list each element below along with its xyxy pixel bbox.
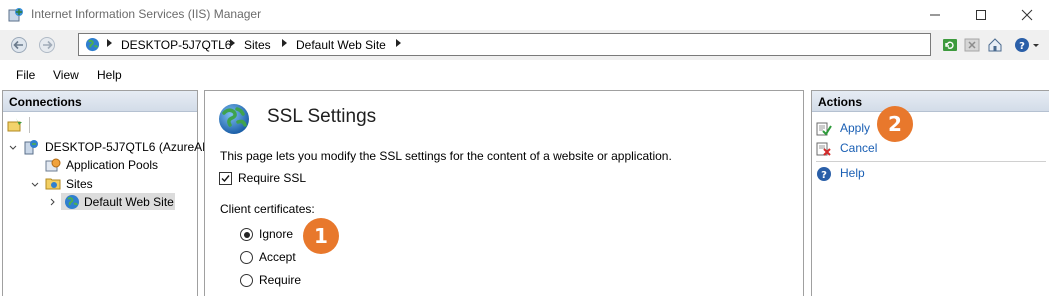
- globe-icon: [65, 195, 79, 209]
- refresh-button[interactable]: [940, 35, 960, 55]
- forward-arrow-icon: [39, 37, 55, 53]
- apply-icon: [816, 122, 832, 136]
- menu-help[interactable]: Help: [97, 68, 122, 82]
- tree-item-default-web-site-label: Default Web Site: [84, 195, 174, 209]
- globe-icon: [219, 104, 249, 134]
- cancel-icon: [816, 142, 831, 156]
- breadcrumb-arrow-icon: [107, 39, 112, 47]
- tree-item-sites[interactable]: Sites: [66, 177, 93, 191]
- callout-badge-1: 1: [303, 218, 339, 254]
- breadcrumb-default-site[interactable]: Default Web Site: [296, 38, 386, 52]
- iis-app-icon: [8, 8, 23, 22]
- tree-item-application-pools[interactable]: Application Pools: [66, 158, 158, 172]
- minimize-button[interactable]: [912, 0, 958, 30]
- toolbar-separator: [29, 117, 30, 133]
- collapse-chevron-icon[interactable]: [8, 143, 18, 153]
- stop-icon: [964, 38, 980, 52]
- menu-bar: File View Help: [0, 62, 1049, 88]
- menu-view[interactable]: View: [53, 68, 79, 82]
- page-title: SSL Settings: [267, 106, 377, 127]
- radio-require-label[interactable]: Require: [259, 273, 301, 287]
- page-description: This page lets you modify the SSL settin…: [220, 149, 672, 163]
- require-ssl-label[interactable]: Require SSL: [238, 171, 306, 185]
- actions-header: Actions: [812, 91, 1049, 112]
- apply-action[interactable]: Apply: [816, 121, 886, 137]
- svg-text:?: ?: [1019, 41, 1025, 52]
- minimize-icon: [930, 14, 940, 16]
- cancel-label: Cancel: [840, 141, 878, 155]
- client-certificates-label: Client certificates:: [220, 202, 315, 216]
- breadcrumb-sites[interactable]: Sites: [244, 38, 271, 52]
- radio-require[interactable]: [240, 274, 253, 287]
- address-bar[interactable]: DESKTOP-5J7QTL6 Sites Default Web Site: [78, 33, 931, 56]
- close-icon: [1021, 9, 1033, 21]
- radio-ignore-label[interactable]: Ignore: [259, 227, 293, 241]
- maximize-button[interactable]: [958, 0, 1004, 30]
- tree-item-server[interactable]: DESKTOP-5J7QTL6 (AzureADV: [45, 140, 219, 154]
- maximize-icon: [976, 10, 986, 20]
- menu-file[interactable]: File: [16, 68, 35, 82]
- help-icon: ?: [1015, 38, 1039, 52]
- checkmark-icon: [221, 175, 230, 183]
- home-button[interactable]: [985, 35, 1005, 55]
- actions-separator: [816, 161, 1046, 162]
- application-pools-icon: [45, 158, 61, 172]
- server-icon: [24, 140, 38, 155]
- stop-button[interactable]: [962, 35, 982, 55]
- globe-icon: [85, 37, 100, 52]
- help-label: Help: [840, 166, 865, 180]
- breadcrumb-arrow-icon: [282, 39, 287, 47]
- svg-text:?: ?: [821, 170, 827, 181]
- refresh-icon: [943, 39, 957, 51]
- connections-header: Connections: [3, 91, 197, 112]
- title-bar: Internet Information Services (IIS) Mana…: [0, 0, 1049, 30]
- radio-accept-label[interactable]: Accept: [259, 250, 296, 264]
- help-action[interactable]: ? Help: [816, 166, 886, 182]
- radio-accept[interactable]: [240, 251, 253, 264]
- breadcrumb-server[interactable]: DESKTOP-5J7QTL6: [121, 38, 231, 52]
- breadcrumb-arrow-icon: [396, 39, 401, 47]
- ssl-settings-panel: SSL Settings This page lets you modify t…: [204, 90, 804, 296]
- help-icon: ?: [817, 167, 831, 181]
- window-title: Internet Information Services (IIS) Mana…: [31, 7, 262, 21]
- radio-ignore[interactable]: [240, 228, 253, 241]
- apply-label: Apply: [840, 121, 871, 135]
- expand-chevron-icon[interactable]: [48, 197, 58, 207]
- forward-button[interactable]: [34, 34, 60, 56]
- back-arrow-icon: [11, 37, 27, 53]
- callout-badge-2: 2: [877, 106, 913, 142]
- help-menu-button[interactable]: ?: [1014, 35, 1042, 55]
- connections-toolbar: [3, 113, 197, 135]
- actions-panel: Actions Apply Cancel ? Help 2: [811, 90, 1049, 296]
- require-ssl-checkbox[interactable]: [219, 172, 232, 185]
- home-icon: [988, 38, 1002, 52]
- cancel-action[interactable]: Cancel: [816, 141, 886, 157]
- address-toolbar: DESKTOP-5J7QTL6 Sites Default Web Site ?: [0, 30, 1049, 60]
- collapse-chevron-icon[interactable]: [30, 180, 40, 190]
- connections-panel: Connections DESKTOP-5J7QTL6 (AzureADV Ap…: [2, 90, 219, 296]
- sites-folder-icon: [45, 178, 61, 190]
- breadcrumb-arrow-icon: [230, 39, 235, 47]
- back-button[interactable]: [6, 34, 32, 56]
- close-button[interactable]: [1004, 0, 1049, 30]
- create-connection-icon[interactable]: [7, 117, 23, 133]
